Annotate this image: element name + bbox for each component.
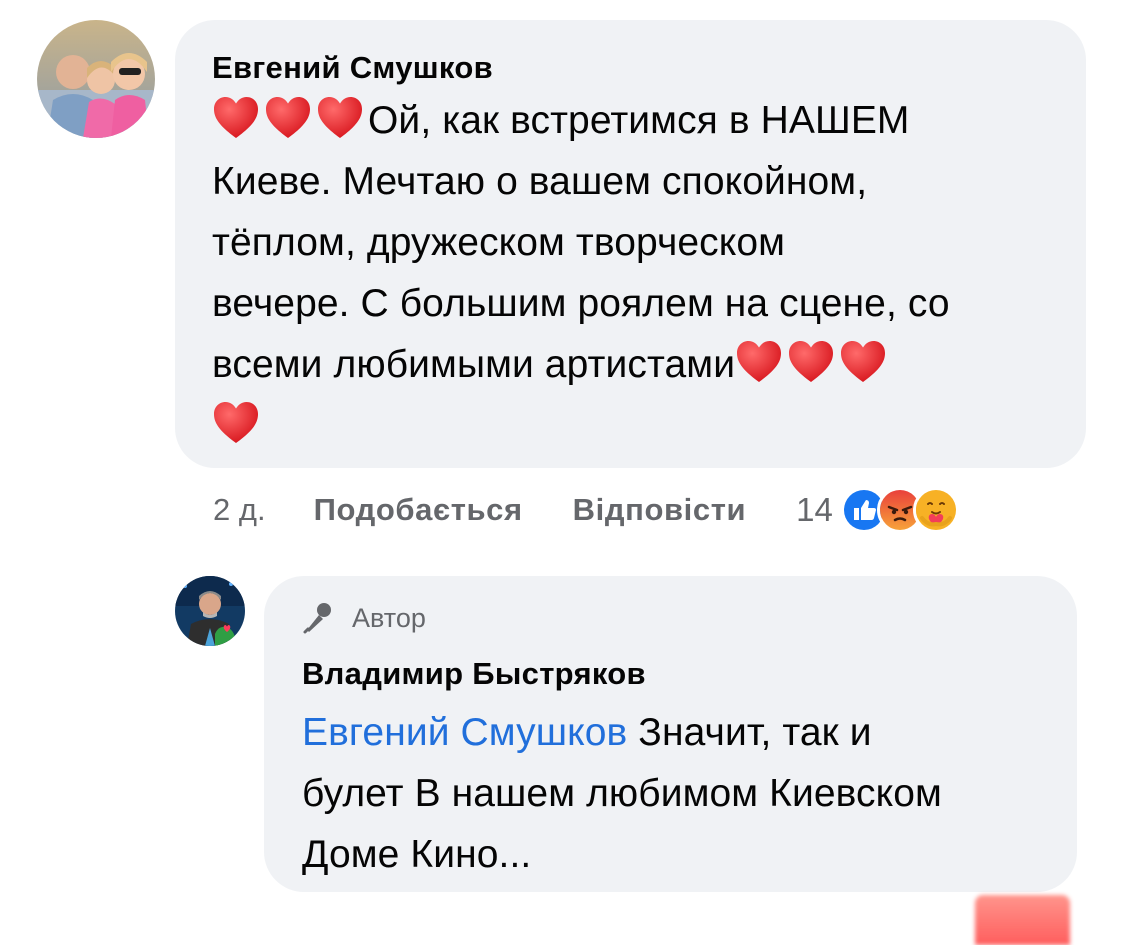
author-badge: Автор [302, 600, 1041, 636]
comment-timestamp[interactable]: 2 д. [213, 492, 266, 528]
heart-emoji-icon [212, 95, 260, 141]
comment-thread: Евгений Смушков Ой, как встретимся в НАШ… [0, 0, 1125, 945]
reply-line: Доме Кино... [302, 833, 532, 876]
author-badge-label: Автор [352, 603, 426, 633]
comment-actions: 2 д. Подобається Відповісти 14 [213, 485, 959, 535]
reaction-summary[interactable] [840, 487, 959, 533]
like-button[interactable]: Подобається [314, 492, 523, 528]
mention-link[interactable]: Евгений Смушков [302, 711, 627, 754]
comment-line: вечере. С большим роялем на сцене, со [212, 282, 950, 325]
care-icon [912, 487, 959, 533]
comment-author[interactable]: Евгений Смушков [212, 50, 1050, 86]
microphone-icon [302, 600, 338, 636]
avatar[interactable] [175, 576, 245, 646]
reply-line-text: Значит, так и [638, 711, 872, 754]
heart-emoji-icon [212, 400, 260, 446]
heart-emoji-icon [264, 95, 312, 141]
reply-bubble: Автор Владимир Быстряков Евгений Смушков… [264, 576, 1077, 892]
heart-emoji-icon [735, 339, 783, 385]
comment-line-text: Ой, как встретимся в НАШЕМ [368, 99, 910, 142]
reply-line: булет В нашем любимом Киевском [302, 772, 942, 815]
cropped-emoji-fragment [975, 895, 1070, 945]
reply-text: Евгений Смушков Значит, так и булет В на… [302, 702, 1041, 885]
heart-emoji-icon [787, 339, 835, 385]
heart-emoji-icon [316, 95, 364, 141]
reply-button[interactable]: Відповісти [573, 492, 747, 528]
reply-author[interactable]: Владимир Быстряков [302, 656, 1041, 692]
comment-line: тёплом, дружеском творческом [212, 221, 786, 264]
comment-line: Киеве. Мечтаю о вашем спокойном, [212, 160, 868, 203]
comment-line: Ой, как встретимся в НАШЕМ [212, 90, 1050, 151]
reply-line: Евгений Смушков Значит, так и [302, 702, 1041, 763]
comment-line [212, 395, 1050, 456]
comment-line-text: всеми любимыми артистами [212, 343, 736, 386]
avatar[interactable] [37, 20, 155, 138]
comment-line: всеми любимыми артистами [212, 334, 1050, 395]
comment-text: Ой, как встретимся в НАШЕМ Киеве. Мечтаю… [212, 90, 1050, 456]
reaction-count[interactable]: 14 [796, 491, 833, 529]
comment-bubble: Евгений Смушков Ой, как встретимся в НАШ… [175, 20, 1086, 468]
heart-emoji-icon [839, 339, 887, 385]
